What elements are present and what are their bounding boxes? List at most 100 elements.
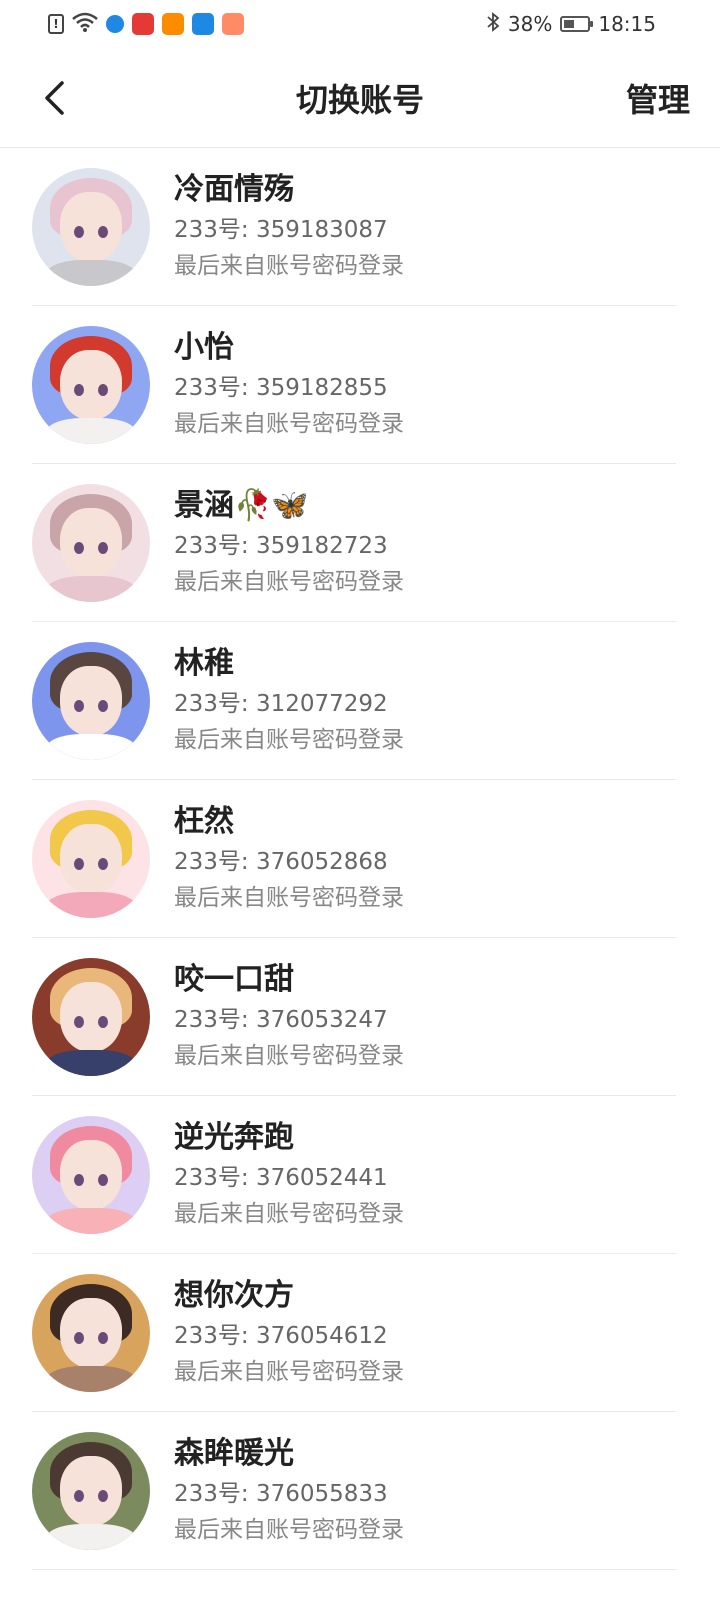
account-name: 逆光奔跑 xyxy=(174,1120,294,1155)
avatar-eye xyxy=(98,542,108,554)
avatar xyxy=(32,168,150,286)
account-id: 233号: 376052441 xyxy=(174,1165,388,1191)
account-info: 林稚 233号: 312077292 最后来自账号密码登录 xyxy=(174,644,404,758)
avatar-face xyxy=(60,508,122,578)
account-id: 233号: 312077292 xyxy=(174,691,388,717)
avatar-face xyxy=(60,192,122,262)
account-name: 小怡 xyxy=(174,330,234,365)
app-notification-icon xyxy=(222,13,244,35)
avatar xyxy=(32,958,150,1076)
avatar xyxy=(32,1432,150,1550)
last-login-method: 最后来自账号密码登录 xyxy=(174,1201,404,1227)
page-title: 切换账号 xyxy=(295,80,424,119)
last-login-method: 最后来自账号密码登录 xyxy=(174,1517,404,1543)
account-row[interactable]: 逆光奔跑 233号: 376052441 最后来自账号密码登录 xyxy=(0,1096,720,1254)
account-row[interactable]: 冷面情殇 233号: 359183087 最后来自账号密码登录 xyxy=(0,148,720,306)
avatar xyxy=(32,800,150,918)
app-notification-icon xyxy=(106,15,124,33)
account-id: 233号: 376055833 xyxy=(174,1481,388,1507)
avatar-eye xyxy=(98,384,108,396)
last-login-method: 最后来自账号密码登录 xyxy=(174,411,404,437)
avatar-body xyxy=(46,1208,136,1234)
avatar-face xyxy=(60,1140,122,1210)
avatar-eye xyxy=(74,1016,84,1028)
account-list: 冷面情殇 233号: 359183087 最后来自账号密码登录 小怡 233号: 359… xyxy=(0,148,720,1570)
battery-icon xyxy=(560,16,594,32)
avatar-body xyxy=(46,576,136,602)
clock: 18:15 xyxy=(598,12,656,36)
account-info: 逆光奔跑 233号: 376052441 最后来自账号密码登录 xyxy=(174,1118,404,1232)
avatar-face xyxy=(60,666,122,736)
account-row[interactable]: 林稚 233号: 312077292 最后来自账号密码登录 xyxy=(0,622,720,780)
last-login-method: 最后来自账号密码登录 xyxy=(174,569,404,595)
account-id: 233号: 376053247 xyxy=(174,1007,388,1033)
avatar-eye xyxy=(98,1174,108,1186)
avatar-eye xyxy=(98,700,108,712)
avatar-eye xyxy=(98,1490,108,1502)
status-bar: ! 38% 18:15 xyxy=(0,0,720,48)
avatar-face xyxy=(60,824,122,894)
account-info: 森眸暖光 233号: 376055833 最后来自账号密码登录 xyxy=(174,1434,404,1548)
avatar-eye xyxy=(98,858,108,870)
account-info: 枉然 233号: 376052868 最后来自账号密码登录 xyxy=(174,802,404,916)
wifi-icon xyxy=(72,12,98,37)
account-id: 233号: 359182855 xyxy=(174,375,388,401)
account-name: 枉然 xyxy=(174,804,234,839)
avatar-face xyxy=(60,350,122,420)
account-name: 森眸暖光 xyxy=(174,1436,294,1471)
status-bar-right: 38% 18:15 xyxy=(486,11,656,37)
account-name: 咬一口甜 xyxy=(174,962,294,997)
account-id: 233号: 376054612 xyxy=(174,1323,388,1349)
avatar-eye xyxy=(74,1332,84,1344)
account-row[interactable]: 森眸暖光 233号: 376055833 最后来自账号密码登录 xyxy=(0,1412,720,1570)
chevron-left-icon xyxy=(45,80,64,115)
avatar xyxy=(32,642,150,760)
avatar-face xyxy=(60,1456,122,1526)
avatar-body xyxy=(46,734,136,760)
account-row[interactable]: 想你次方 233号: 376054612 最后来自账号密码登录 xyxy=(0,1254,720,1412)
manage-button[interactable]: 管理 xyxy=(626,75,690,121)
avatar-body xyxy=(46,418,136,444)
account-id: 233号: 359182723 xyxy=(174,533,388,559)
avatar-body xyxy=(46,892,136,918)
last-login-method: 最后来自账号密码登录 xyxy=(174,1043,404,1069)
avatar-eye xyxy=(74,226,84,238)
status-bar-left: ! xyxy=(48,12,244,37)
account-info: 景涵🥀🦋 233号: 359182723 最后来自账号密码登录 xyxy=(174,486,404,600)
avatar-eye xyxy=(74,1174,84,1186)
account-row[interactable]: 咬一口甜 233号: 376053247 最后来自账号密码登录 xyxy=(0,938,720,1096)
app-notification-icon xyxy=(192,13,214,35)
alert-icon: ! xyxy=(48,14,64,34)
avatar-eye xyxy=(98,1332,108,1344)
account-name: 林稚 xyxy=(174,646,234,681)
back-button[interactable] xyxy=(34,78,74,118)
account-row[interactable]: 景涵🥀🦋 233号: 359182723 最后来自账号密码登录 xyxy=(0,464,720,622)
avatar-body xyxy=(46,1366,136,1392)
account-name: 景涵🥀🦋 xyxy=(174,488,309,523)
avatar-body xyxy=(46,1050,136,1076)
account-row[interactable]: 枉然 233号: 376052868 最后来自账号密码登录 xyxy=(0,780,720,938)
last-login-method: 最后来自账号密码登录 xyxy=(174,727,404,753)
account-name: 想你次方 xyxy=(174,1278,294,1313)
battery-percent: 38% xyxy=(507,12,553,36)
app-notification-icon xyxy=(162,13,184,35)
avatar-face xyxy=(60,1298,122,1368)
account-info: 咬一口甜 233号: 376053247 最后来自账号密码登录 xyxy=(174,960,404,1074)
avatar-body xyxy=(46,1524,136,1550)
avatar-eye xyxy=(98,226,108,238)
avatar-eye xyxy=(98,1016,108,1028)
account-name: 冷面情殇 xyxy=(174,172,294,207)
avatar-body xyxy=(46,260,136,286)
avatar-eye xyxy=(74,858,84,870)
avatar-eye xyxy=(74,384,84,396)
top-navigation-bar: 切换账号 管理 xyxy=(0,48,720,148)
avatar-eye xyxy=(74,1490,84,1502)
account-row[interactable]: 小怡 233号: 359182855 最后来自账号密码登录 xyxy=(0,306,720,464)
account-id: 233号: 376052868 xyxy=(174,849,388,875)
account-info: 小怡 233号: 359182855 最后来自账号密码登录 xyxy=(174,328,404,442)
avatar-face xyxy=(60,982,122,1052)
avatar-eye xyxy=(74,700,84,712)
account-id: 233号: 359183087 xyxy=(174,217,388,243)
bluetooth-icon xyxy=(486,11,500,37)
avatar xyxy=(32,484,150,602)
